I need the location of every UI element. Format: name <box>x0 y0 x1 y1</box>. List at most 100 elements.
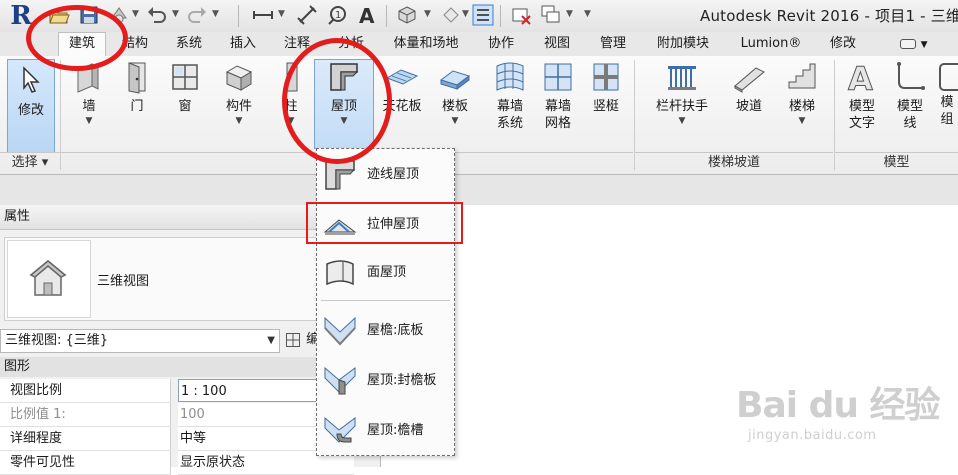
menu-item-label: 屋顶:封檐板 <box>367 373 437 388</box>
menu-item-roof-gutter[interactable]: 屋顶:檐槽 <box>317 407 454 455</box>
tab-massing-site[interactable]: 体量和场地 <box>384 33 468 55</box>
tab-add-ins[interactable]: 附加模块 <box>646 33 720 55</box>
circulation-panel-title: 楼梯坡道 <box>635 152 833 173</box>
curtain-system-label-1: 幕墙 <box>496 99 523 114</box>
roof-gutter-icon <box>323 414 357 448</box>
tab-view[interactable]: 视图 <box>534 33 580 55</box>
aligned-dimension-icon[interactable] <box>296 4 318 26</box>
minimize-ribbon-icon <box>900 38 917 49</box>
type-thumbnail <box>7 240 91 318</box>
roof-dropdown-menu: 迹线屋顶 拉伸屋顶 面屋顶 屋檐:底板 屋顶:封檐板 屋顶:檐槽 <box>316 148 455 456</box>
face-roof-icon <box>323 256 357 290</box>
watermark-brand: Bai du 经验 <box>736 385 941 426</box>
chevron-down-icon: ▼ <box>678 116 686 126</box>
sync-dropdown-icon[interactable]: ▼ <box>132 9 139 19</box>
quick-access-toolbar: R ▼ ▼ ▼ ▼ 1 A ▼ ▼ ▼ ▼ Autodesk Revit 201… <box>0 0 958 33</box>
ramp-button[interactable]: 坡道 <box>724 60 774 115</box>
tab-insert[interactable]: 插入 <box>220 33 266 55</box>
component-button[interactable]: 构件 ▼ <box>214 60 264 127</box>
close-hidden-windows-icon[interactable] <box>510 4 532 26</box>
redo-icon[interactable] <box>186 4 208 26</box>
options-bar <box>0 175 958 206</box>
chevron-down-icon: ▼ <box>920 40 928 50</box>
ribbon-tab-bar: 建筑 结构 系统 插入 注释 分析 体量和场地 协作 视图 管理 附加模块 Lu… <box>0 32 958 57</box>
menu-item-label: 屋檐:底板 <box>367 323 424 338</box>
model-group-button[interactable]: 模 组 <box>936 60 958 128</box>
cursor-icon <box>14 64 48 98</box>
ribbon-minimize-toggle[interactable]: ▼ <box>894 33 934 55</box>
measure-dropdown-icon[interactable]: ▼ <box>278 9 285 19</box>
tab-collaborate[interactable]: 协作 <box>478 33 524 55</box>
model-line-button[interactable]: 模型 线 <box>888 60 932 132</box>
stair-label: 楼梯 <box>788 99 815 114</box>
component-icon <box>222 60 256 94</box>
chevron-down-icon: ▼ <box>85 116 93 126</box>
tab-lumion[interactable]: Lumion® <box>730 33 812 55</box>
svg-text:A: A <box>848 60 873 94</box>
instance-selector-value: 三维视图: {三维} <box>5 333 109 348</box>
tag-icon[interactable]: 1 <box>326 4 348 26</box>
highlight-box <box>306 202 463 244</box>
switch-windows-icon[interactable] <box>540 4 562 26</box>
model-line-label-1: 模型 <box>896 99 923 114</box>
svg-text:1: 1 <box>335 10 341 21</box>
undo-icon[interactable] <box>146 4 168 26</box>
model-line-label-2: 线 <box>903 116 917 131</box>
toolbar-divider <box>238 5 239 27</box>
floor-button[interactable]: 楼板 ▼ <box>432 60 478 127</box>
default-3d-view-icon[interactable] <box>396 4 418 26</box>
watermark-url: jingyan.baidu.com <box>748 428 877 443</box>
railing-button[interactable]: 栏杆扶手 ▼ <box>646 60 718 127</box>
door-button[interactable]: 门 <box>114 60 160 115</box>
menu-item-face-roof[interactable]: 面屋顶 <box>317 249 454 297</box>
curtain-system-button[interactable]: 幕墙 系统 <box>486 60 534 132</box>
model-text-button[interactable]: A 模型 文字 <box>840 60 884 132</box>
model-line-icon <box>893 60 927 94</box>
property-key: 零件可见性 <box>0 451 171 475</box>
chevron-down-icon: ▼ <box>235 116 243 126</box>
measure-icon[interactable] <box>252 4 274 26</box>
tab-modify[interactable]: 修改 <box>820 33 866 55</box>
tab-systems[interactable]: 系统 <box>166 33 212 55</box>
instance-selector[interactable]: 三维视图: {三维} ▼ <box>0 329 280 353</box>
3d-view-dropdown-icon[interactable]: ▼ <box>424 9 431 19</box>
window-button[interactable]: 窗 <box>162 60 208 115</box>
menu-item-roof-soffit[interactable]: 屋檐:底板 <box>317 307 454 355</box>
modify-button[interactable]: 修改 <box>7 59 55 153</box>
stair-button[interactable]: 楼梯 ▼ <box>778 60 826 127</box>
section-icon[interactable] <box>440 4 462 26</box>
property-key: 比例值 1: <box>0 403 171 427</box>
type-name: 三维视图 <box>97 274 150 289</box>
edit-type-button[interactable]: 编 <box>286 329 319 351</box>
ramp-icon <box>732 60 766 94</box>
chevron-down-icon: ▼ <box>798 116 806 126</box>
roof-soffit-icon <box>323 314 357 348</box>
redo-dropdown-icon[interactable]: ▼ <box>212 9 219 19</box>
window-icon <box>168 60 202 94</box>
undo-dropdown-icon[interactable]: ▼ <box>172 9 179 19</box>
thin-lines-icon[interactable] <box>472 4 494 26</box>
menu-item-label: 迹线屋顶 <box>367 167 420 182</box>
mullion-button[interactable]: 竖梃 <box>584 60 628 115</box>
ramp-label: 坡道 <box>735 99 762 114</box>
roof-fascia-icon <box>323 364 357 398</box>
customize-toolbar-icon[interactable]: ▼ <box>584 9 591 19</box>
window-title: Autodesk Revit 2016 - 项目1 - 三维 <box>700 7 958 25</box>
ribbon-panel: 修改 墙 ▼ 门 窗 构件 ▼ 柱 ▼ 屋顶 ▼ 天花板 楼板 ▼ 幕墙 系统 … <box>0 56 958 175</box>
text-icon[interactable]: A <box>356 4 378 26</box>
tab-manage[interactable]: 管理 <box>590 33 636 55</box>
menu-item-roof-fascia[interactable]: 屋顶:封檐板 <box>317 357 454 405</box>
curtain-grid-button[interactable]: 幕墙 网格 <box>534 60 582 132</box>
section-dropdown-icon[interactable]: ▼ <box>462 9 469 19</box>
menu-item-label: 面屋顶 <box>367 265 407 280</box>
switch-windows-dropdown-icon[interactable]: ▼ <box>566 9 573 19</box>
door-icon <box>120 60 154 94</box>
model-group-label-1: 模 <box>940 95 954 110</box>
model-panel-title: 模型 <box>835 152 958 173</box>
property-key: 详细程度 <box>0 427 171 451</box>
model-text-label-2: 文字 <box>848 116 875 131</box>
model-group-icon <box>936 60 958 94</box>
svg-text:A: A <box>359 4 375 26</box>
highlight-ellipse <box>282 38 392 164</box>
select-panel-title[interactable]: 选择 ▾ <box>0 152 60 173</box>
